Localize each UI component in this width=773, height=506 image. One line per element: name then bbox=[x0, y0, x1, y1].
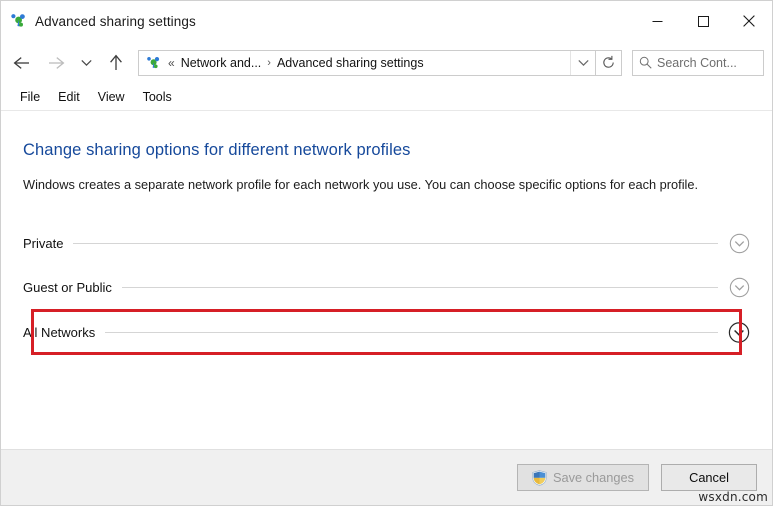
page-title: Change sharing options for different net… bbox=[23, 141, 750, 160]
network-profile-list: Private Guest or Public bbox=[23, 221, 750, 355]
back-button[interactable] bbox=[5, 48, 39, 78]
cancel-label: Cancel bbox=[689, 470, 729, 485]
refresh-button[interactable] bbox=[596, 50, 622, 76]
save-changes-button[interactable]: Save changes bbox=[517, 464, 649, 491]
cancel-button[interactable]: Cancel bbox=[661, 464, 757, 491]
breadcrumb-item-0[interactable]: Network and... bbox=[181, 56, 262, 70]
profile-label-guest-or-public: Guest or Public bbox=[23, 280, 122, 295]
maximize-button[interactable] bbox=[680, 1, 726, 41]
chevron-down-icon bbox=[578, 59, 589, 67]
navigation-bar: « Network and... › Advanced sharing sett… bbox=[1, 41, 772, 84]
profile-rule bbox=[73, 243, 718, 244]
profile-row-all-networks[interactable]: All Networks bbox=[23, 309, 750, 355]
profile-label-all-networks: All Networks bbox=[23, 325, 105, 340]
profile-rule bbox=[122, 287, 718, 288]
address-bar[interactable]: « Network and... › Advanced sharing sett… bbox=[138, 50, 596, 76]
close-button[interactable] bbox=[726, 1, 772, 41]
menu-item-file[interactable]: File bbox=[11, 88, 49, 106]
breadcrumb-overflow-icon[interactable]: « bbox=[168, 56, 175, 70]
main-content: Change sharing options for different net… bbox=[1, 111, 772, 449]
breadcrumb: « Network and... › Advanced sharing sett… bbox=[168, 56, 570, 70]
breadcrumb-separator-0: › bbox=[267, 57, 271, 69]
profile-row-private[interactable]: Private bbox=[23, 221, 750, 265]
search-input[interactable]: Search Cont... bbox=[657, 56, 737, 70]
watermark: wsxdn.com bbox=[698, 490, 768, 504]
up-button[interactable] bbox=[99, 48, 133, 78]
menu-item-edit[interactable]: Edit bbox=[49, 88, 89, 106]
chevron-down-icon[interactable] bbox=[728, 276, 750, 298]
menu-item-tools[interactable]: Tools bbox=[134, 88, 181, 106]
page-description: Windows creates a separate network profi… bbox=[23, 174, 723, 195]
window-title: Advanced sharing settings bbox=[35, 14, 196, 29]
chevron-down-icon[interactable] bbox=[728, 321, 750, 343]
uac-shield-icon bbox=[532, 470, 547, 486]
profile-rule bbox=[105, 332, 718, 333]
address-network-sharing-icon bbox=[146, 55, 162, 71]
menu-bar: File Edit View Tools bbox=[1, 84, 772, 111]
network-sharing-icon bbox=[10, 12, 28, 30]
advanced-sharing-settings-window: Advanced sharing settings bbox=[0, 0, 773, 506]
address-dropdown-button[interactable] bbox=[570, 51, 595, 75]
save-changes-label: Save changes bbox=[553, 470, 634, 485]
minimize-button[interactable] bbox=[634, 1, 680, 41]
window-controls bbox=[634, 1, 772, 41]
dialog-footer: Save changes Cancel wsxdn.com bbox=[1, 449, 772, 505]
recent-locations-button[interactable] bbox=[73, 48, 99, 78]
breadcrumb-item-1[interactable]: Advanced sharing settings bbox=[277, 56, 424, 70]
forward-button[interactable] bbox=[39, 48, 73, 78]
search-box[interactable]: Search Cont... bbox=[632, 50, 764, 76]
profile-label-private: Private bbox=[23, 236, 73, 251]
search-icon bbox=[633, 56, 657, 69]
chevron-down-icon[interactable] bbox=[728, 232, 750, 254]
profile-row-guest-or-public[interactable]: Guest or Public bbox=[23, 265, 750, 309]
title-bar: Advanced sharing settings bbox=[1, 1, 772, 41]
menu-item-view[interactable]: View bbox=[89, 88, 134, 106]
refresh-icon bbox=[601, 55, 616, 70]
